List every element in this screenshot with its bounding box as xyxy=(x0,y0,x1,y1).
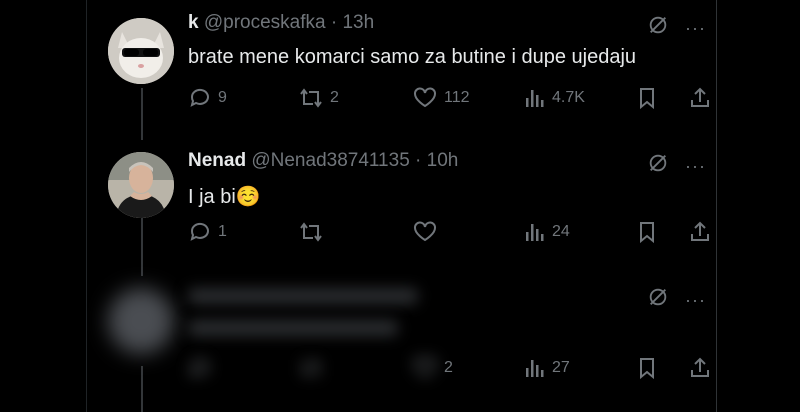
reply-icon xyxy=(188,356,212,380)
reply-icon xyxy=(188,86,212,110)
retweet-count: 2 xyxy=(330,89,339,106)
heart-icon xyxy=(412,86,438,110)
share-icon xyxy=(688,220,712,244)
like-button[interactable]: 112 xyxy=(412,86,470,110)
column-border-left xyxy=(86,0,87,412)
more-icon[interactable]: ··· xyxy=(685,19,706,37)
share-button[interactable] xyxy=(688,86,712,110)
tweet-header: Nenad @Nenad38741135 · 10h xyxy=(188,150,458,172)
share-icon xyxy=(688,86,712,110)
more-icon[interactable]: ··· xyxy=(685,157,706,175)
like-count: 2 xyxy=(444,359,453,376)
timestamp[interactable]: 13h xyxy=(342,12,374,33)
share-button[interactable] xyxy=(688,220,712,244)
grok-icon[interactable] xyxy=(647,14,669,41)
tweet-header: k @proceskafka · 13h xyxy=(188,12,374,34)
blurred-header xyxy=(188,288,418,304)
separator: · xyxy=(330,12,338,33)
timestamp[interactable]: 10h xyxy=(427,150,459,171)
blurred-text xyxy=(188,320,398,336)
like-button[interactable]: 2 xyxy=(412,356,453,380)
heart-icon xyxy=(412,220,438,244)
retweet-icon xyxy=(298,86,324,110)
column-border-right xyxy=(716,0,717,412)
retweet-button[interactable] xyxy=(298,220,330,244)
bookmark-button[interactable] xyxy=(636,356,658,380)
avatar[interactable] xyxy=(108,18,174,84)
view-count: 27 xyxy=(552,359,570,376)
tweet-top-icons: ··· xyxy=(647,152,706,179)
author-name[interactable]: k xyxy=(188,12,199,33)
tweet-top-icons: ··· xyxy=(647,286,706,313)
like-button[interactable] xyxy=(412,220,444,244)
retweet-button[interactable]: 2 xyxy=(298,86,339,110)
more-icon[interactable]: ··· xyxy=(685,291,706,309)
views-icon xyxy=(524,86,546,110)
reply-button[interactable] xyxy=(188,356,212,380)
reply-icon xyxy=(188,220,212,244)
bookmark-icon xyxy=(636,220,658,244)
avatar[interactable] xyxy=(108,288,174,354)
author-name[interactable]: Nenad xyxy=(188,150,246,171)
grok-icon[interactable] xyxy=(647,152,669,179)
bookmark-icon xyxy=(636,356,658,380)
reply-button[interactable]: 9 xyxy=(188,86,227,110)
tweet[interactable]: Nenad @Nenad38741135 · 10h ··· I ja bi☺️… xyxy=(104,150,716,250)
reply-count: 9 xyxy=(218,89,227,106)
author-handle[interactable]: @Nenad38741135 xyxy=(251,150,409,171)
tweet-text: I ja bi☺️ xyxy=(188,186,261,208)
views-icon xyxy=(524,220,546,244)
views-button[interactable]: 27 xyxy=(524,356,570,380)
view-count: 24 xyxy=(552,223,570,240)
bookmark-button[interactable] xyxy=(636,86,658,110)
tweet[interactable]: k @proceskafka · 13h ··· brate mene koma… xyxy=(104,12,716,122)
tweet-text: brate mene komarci samo za butine i dupe… xyxy=(188,46,637,68)
view-count: 4.7K xyxy=(552,89,585,106)
grok-icon[interactable] xyxy=(647,286,669,313)
views-button[interactable]: 4.7K xyxy=(524,86,585,110)
tweet-actions: 9 2 112 4.7K xyxy=(188,86,716,114)
like-count: 112 xyxy=(444,89,470,106)
bookmark-icon xyxy=(636,86,658,110)
retweet-icon xyxy=(298,220,324,244)
reply-button[interactable]: 1 xyxy=(188,220,227,244)
retweet-icon xyxy=(298,356,324,380)
avatar[interactable] xyxy=(108,152,174,218)
retweet-button[interactable] xyxy=(298,356,324,380)
share-button[interactable] xyxy=(688,356,712,380)
bookmark-button[interactable] xyxy=(636,220,658,244)
reply-count: 1 xyxy=(218,223,227,240)
heart-icon xyxy=(412,356,438,380)
tweet-actions: 1 24 xyxy=(188,220,716,248)
views-button[interactable]: 24 xyxy=(524,220,570,244)
share-icon xyxy=(688,356,712,380)
tweet-actions: 2 27 xyxy=(188,356,716,384)
tweet[interactable]: ··· 2 27 xyxy=(104,284,716,412)
views-icon xyxy=(524,356,546,380)
author-handle[interactable]: @proceskafka xyxy=(204,12,326,33)
tweet-top-icons: ··· xyxy=(647,14,706,41)
separator: · xyxy=(415,150,422,171)
